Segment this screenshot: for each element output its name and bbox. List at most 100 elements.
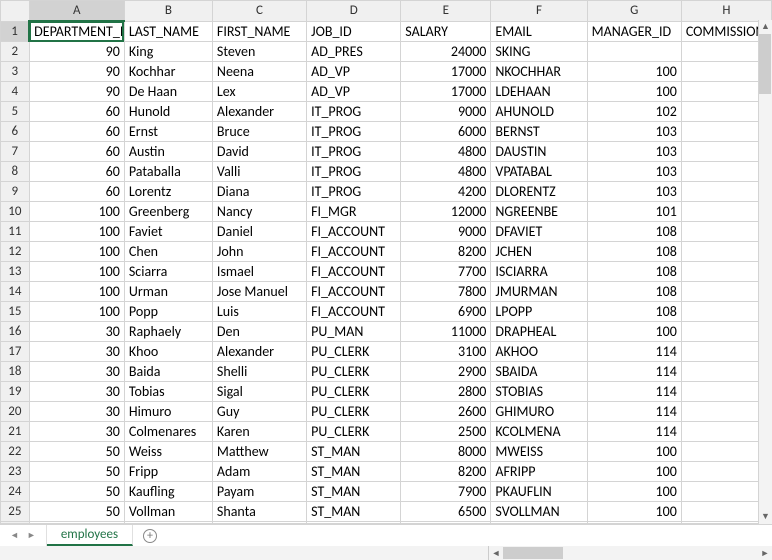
cell[interactable]: 30 (29, 422, 124, 442)
cell[interactable]: FI_ACCOUNT (307, 262, 401, 282)
cell[interactable]: Lex (212, 82, 306, 102)
vscroll-track[interactable] (759, 34, 772, 510)
row-header[interactable]: 3 (1, 62, 30, 82)
cell[interactable]: PU_CLERK (307, 382, 401, 402)
row-header[interactable]: 16 (1, 322, 30, 342)
cell[interactable]: Shelli (212, 362, 306, 382)
cell[interactable]: King (124, 42, 212, 62)
chevron-left-icon[interactable]: ◄ (10, 530, 19, 541)
cell[interactable]: SBAIDA (491, 362, 587, 382)
cell[interactable]: 100 (587, 62, 681, 82)
cell[interactable]: JOB_ID (307, 21, 401, 42)
cell[interactable]: Sciarra (124, 262, 212, 282)
cell[interactable]: IT_PROG (307, 102, 401, 122)
cell[interactable]: SVOLLMAN (491, 502, 587, 522)
cell[interactable]: 2800 (401, 382, 491, 402)
cell[interactable]: IT_PROG (307, 122, 401, 142)
cell[interactable]: 103 (587, 182, 681, 202)
cell[interactable]: 4800 (401, 162, 491, 182)
cell[interactable]: Ismael (212, 262, 306, 282)
add-sheet-button[interactable]: + (133, 525, 167, 546)
cell[interactable]: Hunold (124, 102, 212, 122)
cell[interactable]: 8200 (401, 242, 491, 262)
row-header[interactable]: 8 (1, 162, 30, 182)
cell[interactable]: FI_ACCOUNT (307, 222, 401, 242)
cell[interactable]: 100 (29, 262, 124, 282)
cell[interactable]: 6000 (401, 122, 491, 142)
hscroll-track[interactable] (503, 547, 758, 559)
cell[interactable]: Lorentz (124, 182, 212, 202)
cell[interactable]: 114 (587, 422, 681, 442)
cell[interactable]: MWEISS (491, 442, 587, 462)
cell[interactable]: 24000 (401, 42, 491, 62)
cell[interactable]: AD_PRES (307, 42, 401, 62)
cell[interactable]: 12000 (401, 202, 491, 222)
cell[interactable]: DEPARTMENT_ID (29, 21, 124, 42)
row-header[interactable]: 7 (1, 142, 30, 162)
cell[interactable]: 102 (587, 102, 681, 122)
cell[interactable]: LAST_NAME (124, 21, 212, 42)
cell[interactable]: Kochhar (124, 62, 212, 82)
cell[interactable]: 60 (29, 142, 124, 162)
cell[interactable]: FI_ACCOUNT (307, 242, 401, 262)
cell[interactable]: 17000 (401, 62, 491, 82)
cell[interactable]: 30 (29, 322, 124, 342)
cell[interactable]: Alexander (212, 102, 306, 122)
cell[interactable]: De Haan (124, 82, 212, 102)
cell[interactable]: Raphaely (124, 322, 212, 342)
cell[interactable]: PKAUFLIN (491, 482, 587, 502)
cell[interactable]: FI_ACCOUNT (307, 282, 401, 302)
cell[interactable]: MANAGER_ID (587, 21, 681, 42)
row-header[interactable]: 20 (1, 402, 30, 422)
cell[interactable]: BERNST (491, 122, 587, 142)
cell[interactable]: 7800 (401, 282, 491, 302)
column-header-H[interactable]: H (681, 1, 771, 22)
tab-nav-buttons[interactable]: ◄ ► (0, 525, 47, 546)
cell[interactable]: 50 (29, 502, 124, 522)
row-header[interactable]: 24 (1, 482, 30, 502)
cell[interactable]: Shanta (212, 502, 306, 522)
cell[interactable]: 100 (29, 242, 124, 262)
row-header[interactable]: 2 (1, 42, 30, 62)
cell[interactable]: 11000 (401, 322, 491, 342)
cell[interactable]: Austin (124, 142, 212, 162)
cell[interactable]: AD_VP (307, 62, 401, 82)
cell[interactable]: 103 (587, 142, 681, 162)
row-header[interactable]: 21 (1, 422, 30, 442)
cell[interactable]: Greenberg (124, 202, 212, 222)
cell[interactable]: 100 (587, 442, 681, 462)
cell[interactable]: 2600 (401, 402, 491, 422)
cell[interactable]: 4800 (401, 142, 491, 162)
row-header[interactable]: 11 (1, 222, 30, 242)
row-header[interactable]: 17 (1, 342, 30, 362)
cell[interactable]: Payam (212, 482, 306, 502)
cell[interactable]: JCHEN (491, 242, 587, 262)
cell[interactable]: PU_CLERK (307, 402, 401, 422)
cell[interactable]: 8000 (401, 442, 491, 462)
cell[interactable]: 100 (29, 222, 124, 242)
row-header[interactable]: 6 (1, 122, 30, 142)
cell[interactable]: LDEHAAN (491, 82, 587, 102)
cell[interactable]: IT_PROG (307, 182, 401, 202)
row-header[interactable]: 10 (1, 202, 30, 222)
cell[interactable]: DFAVIET (491, 222, 587, 242)
cell[interactable]: 114 (587, 342, 681, 362)
row-header[interactable]: 23 (1, 462, 30, 482)
cell[interactable]: 90 (29, 42, 124, 62)
cell[interactable]: Diana (212, 182, 306, 202)
cell[interactable]: Karen (212, 422, 306, 442)
cell[interactable]: 60 (29, 182, 124, 202)
vertical-scrollbar[interactable]: ▲ ▼ (758, 20, 772, 524)
cell[interactable]: 100 (587, 462, 681, 482)
cell[interactable]: 60 (29, 162, 124, 182)
cell[interactable]: Neena (212, 62, 306, 82)
cell[interactable]: Steven (212, 42, 306, 62)
cell[interactable]: Chen (124, 242, 212, 262)
cell[interactable]: 100 (29, 302, 124, 322)
cell[interactable]: 30 (29, 382, 124, 402)
cell[interactable]: 103 (587, 162, 681, 182)
cell[interactable]: AKHOO (491, 342, 587, 362)
cell[interactable]: DLORENTZ (491, 182, 587, 202)
cell[interactable]: David (212, 142, 306, 162)
column-header-A[interactable]: A (29, 1, 124, 22)
